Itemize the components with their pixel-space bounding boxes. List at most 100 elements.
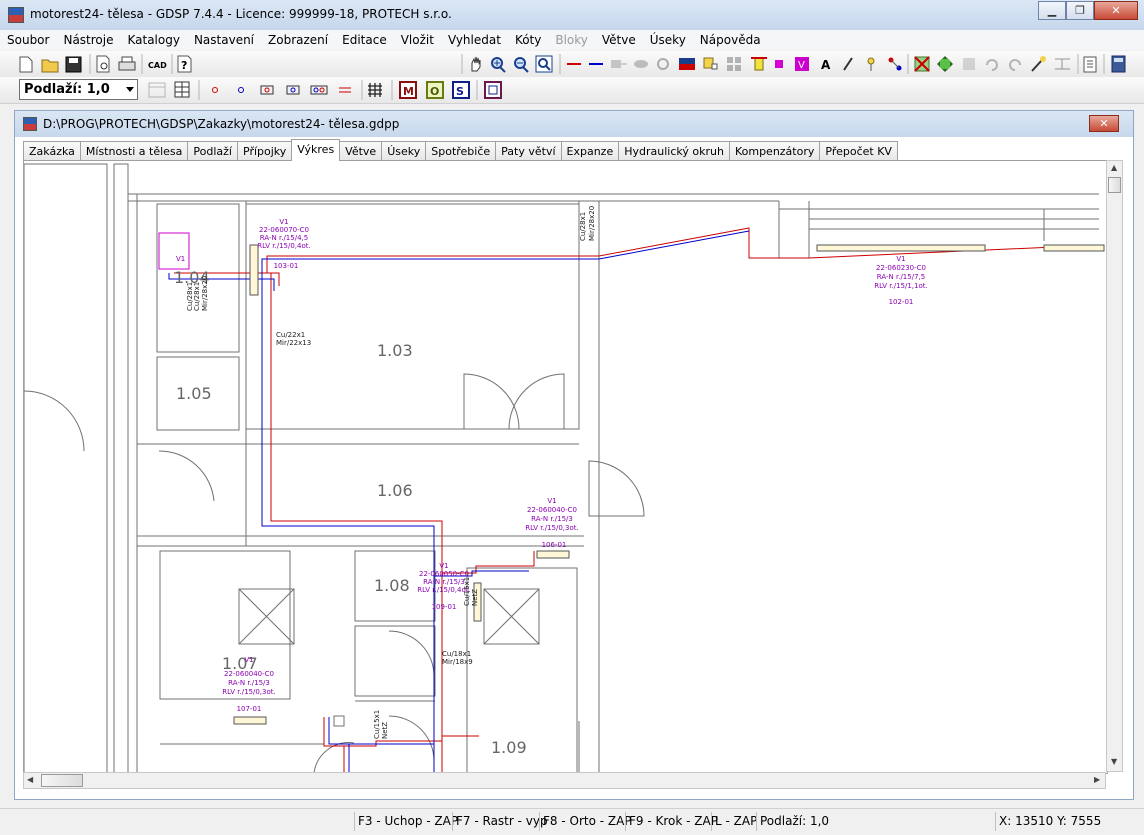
title-bar[interactable]: motorest24- tělesa - GDSP 7.4.4 - Licenc…: [0, 0, 1144, 31]
marker-icon[interactable]: [775, 60, 783, 68]
double-line-icon[interactable]: [339, 87, 351, 93]
pan-hand-icon[interactable]: [471, 56, 481, 72]
group-icon[interactable]: [727, 57, 741, 71]
pencil-icon[interactable]: [843, 57, 853, 71]
scroll-down-icon[interactable]: ▼: [1111, 757, 1117, 766]
menu-vyhledat[interactable]: Vyhledat: [441, 30, 508, 50]
magic-wand-icon[interactable]: [1031, 56, 1046, 72]
scroll-right-icon[interactable]: ▶: [1094, 775, 1100, 784]
v-label-icon[interactable]: V: [795, 57, 809, 71]
floor-plan[interactable]: 1.04 1.05 1.03 1.06 1.08 1.07 1.09 V1 22…: [24, 161, 1107, 773]
menu-vetve[interactable]: Větve: [595, 30, 643, 50]
tab-kompenzatory[interactable]: Kompenzátory: [728, 141, 821, 161]
return-point-icon[interactable]: [238, 87, 244, 93]
menu-useky[interactable]: Úseky: [643, 30, 693, 50]
close-button[interactable]: ✕: [1094, 1, 1138, 20]
return-box-icon[interactable]: [286, 85, 300, 95]
vertical-scroll-thumb[interactable]: [1108, 177, 1121, 193]
zoom-window-icon[interactable]: [535, 55, 553, 73]
menu-koty[interactable]: Kóty: [508, 30, 548, 50]
tab-podlazi[interactable]: Podlaží: [187, 141, 238, 161]
menu-katalogy[interactable]: Katalogy: [120, 30, 186, 50]
minimize-button[interactable]: ▁: [1038, 1, 1066, 20]
m-mode-icon[interactable]: M: [399, 81, 417, 99]
scroll-up-icon[interactable]: ▲: [1111, 163, 1117, 172]
calculator-icon[interactable]: [1111, 55, 1126, 73]
help-icon[interactable]: ?: [177, 55, 192, 73]
valve-icon[interactable]: [634, 60, 648, 68]
document-title-bar[interactable]: D:\PROG\PROTECH\GDSP\Zakazky\motorest24-…: [15, 111, 1133, 137]
radiator-icon[interactable]: [679, 58, 695, 70]
move-icon[interactable]: [937, 56, 953, 72]
tab-useky[interactable]: Úseky: [381, 141, 427, 161]
grid-icon[interactable]: [368, 83, 382, 97]
vertical-scrollbar[interactable]: ▲ ▼: [1106, 160, 1123, 772]
text-icon[interactable]: A: [821, 58, 831, 72]
tab-expanze[interactable]: Expanze: [560, 141, 620, 161]
tab-vetve[interactable]: Větve: [339, 141, 383, 161]
status-step[interactable]: F9 - Krok - ZAP: [625, 812, 721, 831]
supply-point-icon[interactable]: [212, 87, 218, 93]
s-mode-icon[interactable]: S: [452, 81, 470, 99]
svg-text:106-01: 106-01: [542, 541, 567, 549]
status-ortho[interactable]: F8 - Orto - ZAP: [539, 812, 635, 831]
tab-vykres[interactable]: Výkres: [291, 139, 341, 161]
svg-text:22-060070-C0: 22-060070-C0: [259, 226, 309, 234]
new-file-icon[interactable]: [19, 56, 33, 73]
svg-text:22-060040-C0: 22-060040-C0: [527, 506, 577, 514]
print-icon[interactable]: [118, 56, 136, 71]
supply-pipes[interactable]: [174, 227, 1100, 773]
drawing-canvas[interactable]: 1.04 1.05 1.03 1.06 1.08 1.07 1.09 V1 22…: [23, 160, 1108, 774]
o-mode-icon[interactable]: O: [426, 81, 444, 99]
measure-icon[interactable]: [1055, 58, 1070, 70]
status-coordinates: X: 13510 Y: 7555: [995, 812, 1104, 831]
menu-nastroje[interactable]: Nástroje: [56, 30, 120, 50]
block-icon[interactable]: [703, 57, 718, 70]
pin-icon[interactable]: [867, 57, 875, 71]
app-icon[interactable]: [8, 7, 24, 23]
menu-vlozit[interactable]: Vložit: [394, 30, 441, 50]
menu-nastaveni[interactable]: Nastavení: [187, 30, 261, 50]
save-icon[interactable]: [65, 56, 82, 73]
tab-hydraulicky-okruh[interactable]: Hydraulický okruh: [618, 141, 730, 161]
document-close-button[interactable]: ✕: [1089, 115, 1119, 132]
table-icon[interactable]: [174, 81, 190, 98]
cad-button[interactable]: CAD: [148, 61, 167, 70]
chevron-down-icon: [126, 87, 134, 92]
print-preview-icon[interactable]: [96, 55, 110, 73]
pump-icon[interactable]: [657, 58, 669, 70]
tab-zakazka[interactable]: Zakázka: [23, 141, 81, 161]
zoom-in-icon[interactable]: [491, 57, 506, 73]
list-icon[interactable]: [1083, 56, 1097, 73]
tee-icon[interactable]: [751, 57, 767, 71]
menu-zobrazeni[interactable]: Zobrazení: [261, 30, 335, 50]
menu-napoveda[interactable]: Nápověda: [693, 30, 768, 50]
delete-icon[interactable]: [914, 56, 930, 72]
document-path: D:\PROG\PROTECH\GDSP\Zakazky\motorest24-…: [43, 117, 400, 131]
status-layer[interactable]: L - ZAP: [711, 812, 760, 831]
close-icon: ✕: [1111, 4, 1121, 17]
status-grid[interactable]: F7 - Rastr - vyp: [452, 812, 551, 831]
tab-mistnosti[interactable]: Místnosti a tělesa: [79, 141, 189, 161]
menu-editace[interactable]: Editace: [335, 30, 394, 50]
scroll-left-icon[interactable]: ◀: [27, 775, 33, 784]
status-snap[interactable]: F3 - Uchop - ZAP: [354, 812, 461, 831]
layer-frame-icon[interactable]: [484, 81, 502, 99]
marker-box[interactable]: [158, 232, 190, 270]
horizontal-scroll-thumb[interactable]: [41, 774, 83, 787]
floor-select[interactable]: Podlaží: 1,0: [19, 79, 138, 100]
open-folder-icon[interactable]: [41, 59, 59, 73]
tab-paty-vetvi[interactable]: Paty větví: [495, 141, 562, 161]
radiators[interactable]: [233, 244, 1105, 725]
connect-icon[interactable]: [888, 57, 902, 71]
tab-prepocet-kv[interactable]: Přepočet KV: [819, 141, 898, 161]
maximize-button[interactable]: ❐: [1066, 1, 1094, 20]
tab-spotrebice[interactable]: Spotřebiče: [425, 141, 497, 161]
zoom-out-icon[interactable]: [514, 57, 529, 73]
tab-pripojky[interactable]: Přípojky: [237, 141, 293, 161]
fitting-icon[interactable]: [611, 60, 627, 68]
supply-box-icon[interactable]: [260, 85, 274, 95]
horizontal-scrollbar[interactable]: ◀ ▶: [23, 772, 1106, 789]
pair-box-icon[interactable]: [310, 85, 328, 95]
menu-soubor[interactable]: Soubor: [0, 30, 56, 50]
